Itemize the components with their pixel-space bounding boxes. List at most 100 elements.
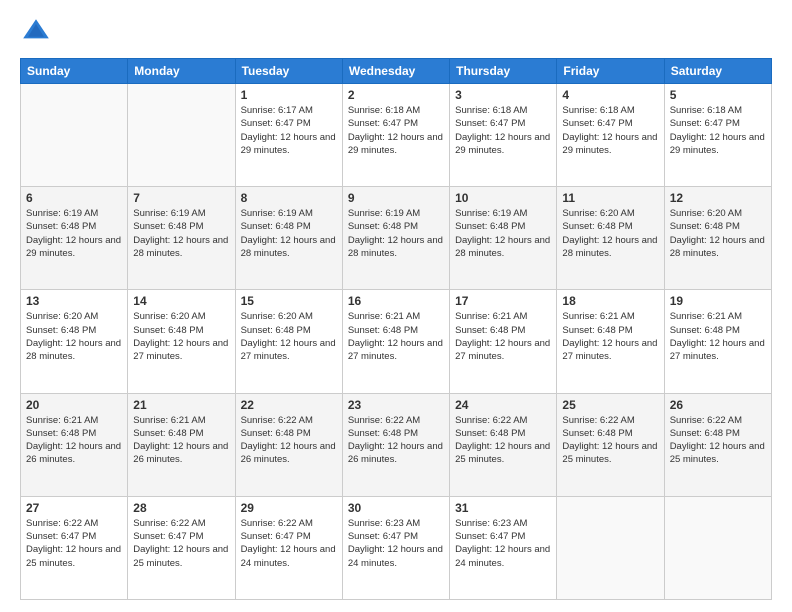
day-number: 10 [455, 191, 551, 205]
sunset-text: Sunset: 6:47 PM [26, 530, 122, 543]
day-info: Sunrise: 6:18 AMSunset: 6:47 PMDaylight:… [348, 104, 444, 157]
sunrise-text: Sunrise: 6:22 AM [241, 517, 337, 530]
day-number: 28 [133, 501, 229, 515]
sunset-text: Sunset: 6:48 PM [26, 427, 122, 440]
day-number: 22 [241, 398, 337, 412]
daylight-text: Daylight: 12 hours and 29 minutes. [670, 131, 766, 158]
calendar-day-cell: 8 Sunrise: 6:19 AMSunset: 6:48 PMDaylight… [235, 187, 342, 290]
sunrise-text: Sunrise: 6:22 AM [241, 414, 337, 427]
sunrise-text: Sunrise: 6:22 AM [455, 414, 551, 427]
calendar-day-cell: 12Sunrise: 6:20 AMSunset: 6:48 PMDayligh… [664, 187, 771, 290]
day-of-week-header: Sunday [21, 59, 128, 84]
sunrise-text: Sunrise: 6:19 AM [348, 207, 444, 220]
daylight-text: Daylight: 12 hours and 25 minutes. [133, 543, 229, 570]
calendar-day-cell: 26 Sunrise: 6:22 AMSunset: 6:48 PMDayligh… [664, 393, 771, 496]
logo [20, 16, 56, 48]
sunrise-text: Sunrise: 6:19 AM [241, 207, 337, 220]
sunset-text: Sunset: 6:48 PM [455, 427, 551, 440]
day-info: Sunrise: 6:22 AMSunset: 6:47 PMDaylight:… [241, 517, 337, 570]
calendar-day-cell: 31Sunrise: 6:23 AMSunset: 6:47 PMDayligh… [450, 496, 557, 599]
day-info: Sunrise: 6:17 AMSunset: 6:47 PMDaylight:… [241, 104, 337, 157]
sunrise-text: Sunrise: 6:23 AM [455, 517, 551, 530]
sunrise-text: Sunrise: 6:20 AM [241, 310, 337, 323]
logo-icon [20, 16, 52, 48]
calendar-table: SundayMondayTuesdayWednesdayThursdayFrid… [20, 58, 772, 600]
daylight-text: Daylight: 12 hours and 25 minutes. [26, 543, 122, 570]
calendar-day-cell: 3Sunrise: 6:18 AMSunset: 6:47 PMDaylight… [450, 84, 557, 187]
calendar-day-cell: 19 Sunrise: 6:21 AMSunset: 6:48 PMDayligh… [664, 290, 771, 393]
day-number: 3 [455, 88, 551, 102]
calendar-week-row: 20Sunrise: 6:21 AMSunset: 6:48 PMDayligh… [21, 393, 772, 496]
sunrise-text: Sunrise: 6:23 AM [348, 517, 444, 530]
day-info: Sunrise: 6:21 AMSunset: 6:48 PMDaylight:… [455, 310, 551, 363]
calendar-page: SundayMondayTuesdayWednesdayThursdayFrid… [0, 0, 792, 612]
day-info: Sunrise: 6:23 AMSunset: 6:47 PMDaylight:… [348, 517, 444, 570]
sunrise-text: Sunrise: 6:22 AM [670, 414, 766, 427]
sunset-text: Sunset: 6:48 PM [133, 427, 229, 440]
sunset-text: Sunset: 6:48 PM [670, 427, 766, 440]
day-number: 16 [348, 294, 444, 308]
daylight-text: Daylight: 12 hours and 27 minutes. [241, 337, 337, 364]
daylight-text: Daylight: 12 hours and 29 minutes. [26, 234, 122, 261]
day-info: Sunrise: 6:22 AMSunset: 6:48 PMDaylight:… [562, 414, 658, 467]
day-info: Sunrise: 6:19 AMSunset: 6:48 PMDaylight:… [241, 207, 337, 260]
sunrise-text: Sunrise: 6:18 AM [455, 104, 551, 117]
day-info: Sunrise: 6:20 AMSunset: 6:48 PMDaylight:… [670, 207, 766, 260]
day-info: Sunrise: 6:21 AMSunset: 6:48 PMDaylight:… [670, 310, 766, 363]
calendar-day-cell [664, 496, 771, 599]
calendar-day-cell: 6Sunrise: 6:19 AMSunset: 6:48 PMDaylight… [21, 187, 128, 290]
daylight-text: Daylight: 12 hours and 28 minutes. [133, 234, 229, 261]
daylight-text: Daylight: 12 hours and 26 minutes. [241, 440, 337, 467]
day-number: 11 [562, 191, 658, 205]
sunrise-text: Sunrise: 6:20 AM [133, 310, 229, 323]
daylight-text: Daylight: 12 hours and 28 minutes. [241, 234, 337, 261]
day-info: Sunrise: 6:20 AMSunset: 6:48 PMDaylight:… [26, 310, 122, 363]
calendar-day-cell: 28Sunrise: 6:22 AMSunset: 6:47 PMDayligh… [128, 496, 235, 599]
daylight-text: Daylight: 12 hours and 24 minutes. [455, 543, 551, 570]
day-number: 9 [348, 191, 444, 205]
calendar-week-row: 27Sunrise: 6:22 AMSunset: 6:47 PMDayligh… [21, 496, 772, 599]
calendar-day-cell: 23Sunrise: 6:22 AMSunset: 6:48 PMDayligh… [342, 393, 449, 496]
calendar-day-cell: 10Sunrise: 6:19 AMSunset: 6:48 PMDayligh… [450, 187, 557, 290]
day-number: 6 [26, 191, 122, 205]
sunrise-text: Sunrise: 6:18 AM [562, 104, 658, 117]
daylight-text: Daylight: 12 hours and 25 minutes. [455, 440, 551, 467]
sunset-text: Sunset: 6:47 PM [241, 530, 337, 543]
calendar-day-cell: 13 Sunrise: 6:20 AMSunset: 6:48 PMDayligh… [21, 290, 128, 393]
sunrise-text: Sunrise: 6:21 AM [670, 310, 766, 323]
day-number: 8 [241, 191, 337, 205]
day-info: Sunrise: 6:21 AMSunset: 6:48 PMDaylight:… [26, 414, 122, 467]
day-number: 26 [670, 398, 766, 412]
day-info: Sunrise: 6:22 AMSunset: 6:48 PMDaylight:… [670, 414, 766, 467]
day-number: 24 [455, 398, 551, 412]
day-number: 19 [670, 294, 766, 308]
daylight-text: Daylight: 12 hours and 27 minutes. [455, 337, 551, 364]
calendar-day-cell: 27Sunrise: 6:22 AMSunset: 6:47 PMDayligh… [21, 496, 128, 599]
sunset-text: Sunset: 6:48 PM [562, 427, 658, 440]
sunset-text: Sunset: 6:48 PM [348, 324, 444, 337]
sunrise-text: Sunrise: 6:21 AM [133, 414, 229, 427]
day-number: 5 [670, 88, 766, 102]
day-number: 13 [26, 294, 122, 308]
day-info: Sunrise: 6:21 AMSunset: 6:48 PMDaylight:… [133, 414, 229, 467]
calendar-day-cell [557, 496, 664, 599]
calendar-day-cell: 17Sunrise: 6:21 AMSunset: 6:48 PMDayligh… [450, 290, 557, 393]
day-of-week-header: Saturday [664, 59, 771, 84]
calendar-day-cell: 4Sunrise: 6:18 AMSunset: 6:47 PMDaylight… [557, 84, 664, 187]
sunset-text: Sunset: 6:47 PM [562, 117, 658, 130]
sunrise-text: Sunrise: 6:22 AM [26, 517, 122, 530]
calendar-day-cell: 21 Sunrise: 6:21 AMSunset: 6:48 PMDayligh… [128, 393, 235, 496]
calendar-week-row: 1Sunrise: 6:17 AMSunset: 6:47 PMDaylight… [21, 84, 772, 187]
sunrise-text: Sunrise: 6:22 AM [133, 517, 229, 530]
daylight-text: Daylight: 12 hours and 26 minutes. [133, 440, 229, 467]
calendar-week-row: 6 Sunrise: 6:19 AMSunset: 6:48 PMDaylight… [21, 187, 772, 290]
day-number: 21 [133, 398, 229, 412]
calendar-day-cell: 20Sunrise: 6:21 AMSunset: 6:48 PMDayligh… [21, 393, 128, 496]
daylight-text: Daylight: 12 hours and 26 minutes. [348, 440, 444, 467]
sunset-text: Sunset: 6:48 PM [348, 427, 444, 440]
daylight-text: Daylight: 12 hours and 25 minutes. [670, 440, 766, 467]
daylight-text: Daylight: 12 hours and 27 minutes. [562, 337, 658, 364]
daylight-text: Daylight: 12 hours and 28 minutes. [26, 337, 122, 364]
daylight-text: Daylight: 12 hours and 25 minutes. [562, 440, 658, 467]
calendar-day-cell [128, 84, 235, 187]
